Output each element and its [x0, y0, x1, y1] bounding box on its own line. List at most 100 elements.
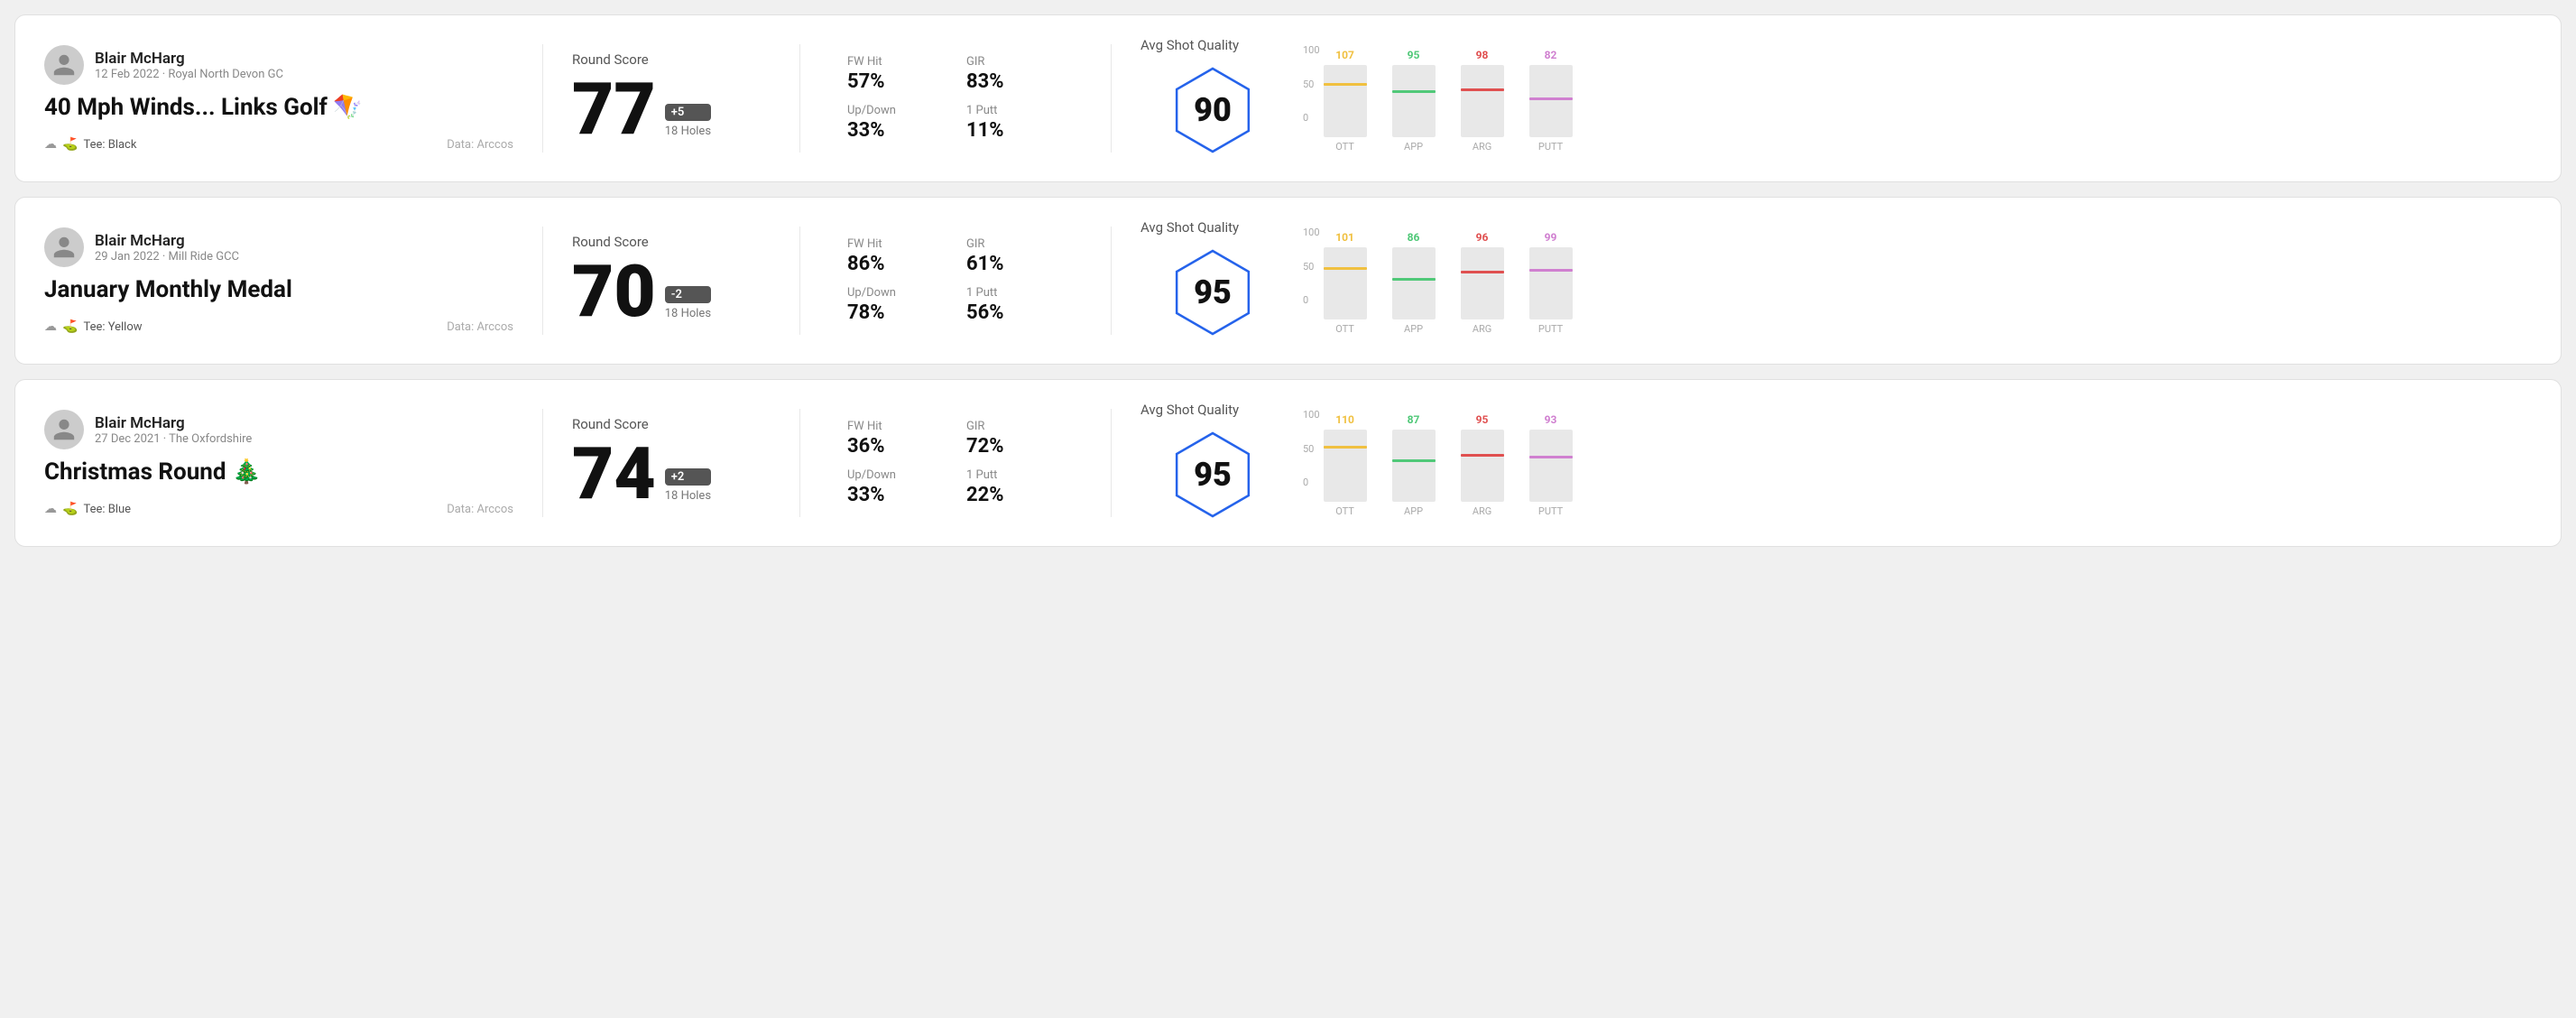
quality-score: 90 — [1194, 91, 1232, 129]
stat-gir-label: GIR — [966, 55, 1064, 69]
tee-info: ☁⛳Tee: Yellow — [44, 319, 143, 334]
stat-one-putt-label: 1 Putt — [966, 104, 1064, 117]
quality-label: Avg Shot Quality — [1140, 37, 1239, 53]
bar-label-arg: ARG — [1473, 505, 1491, 517]
bottom-row: ☁⛳Tee: BlackData: Arccos — [44, 137, 513, 152]
stat-one-putt-value: 22% — [966, 484, 1064, 506]
score-detail: -218 Holes — [665, 286, 711, 328]
hexagon-container: 90 — [1168, 60, 1258, 160]
bar-line-putt — [1529, 269, 1573, 272]
bar-bg-putt — [1529, 65, 1573, 137]
user-name: Blair McHarg — [95, 50, 283, 68]
bar-chart: 110OTT87APP95ARG93PUTT — [1324, 409, 1573, 517]
stat-gir: GIR61% — [966, 237, 1064, 275]
bar-group-arg: 98ARG — [1461, 65, 1504, 153]
bar-value-app: 87 — [1408, 413, 1420, 426]
quality-score: 95 — [1194, 456, 1232, 494]
bar-value-ott: 101 — [1335, 231, 1354, 244]
bar-group-putt: 99PUTT — [1529, 247, 1573, 335]
y-axis: 100 50 0 — [1303, 44, 1320, 124]
bar-value-app: 86 — [1408, 231, 1420, 244]
stat-fw-hit: FW Hit57% — [847, 55, 945, 93]
bar-value-ott: 107 — [1335, 49, 1354, 61]
avatar — [44, 410, 84, 449]
stat-gir-label: GIR — [966, 237, 1064, 251]
bar-label-app: APP — [1404, 505, 1423, 517]
user-row: Blair McHarg29 Jan 2022 · Mill Ride GCC — [44, 227, 513, 267]
bottom-row: ☁⛳Tee: BlueData: Arccos — [44, 502, 513, 516]
user-info: Blair McHarg12 Feb 2022 · Royal North De… — [95, 50, 283, 81]
stat-gir: GIR 72% — [966, 420, 1064, 458]
bar-bg-app — [1392, 65, 1436, 137]
bar-bg-arg — [1461, 430, 1504, 502]
user-info: Blair McHarg27 Dec 2021 · The Oxfordshir… — [95, 414, 252, 446]
tee-label: Tee: Blue — [83, 503, 131, 516]
score-row: 74+218 Holes — [572, 438, 771, 510]
stats-section: FW Hit36%GIR72%Up/Down33%1 Putt22% — [847, 420, 1064, 506]
avatar — [44, 227, 84, 267]
bar-bg-arg — [1461, 65, 1504, 137]
bar-line-ott — [1324, 83, 1367, 86]
chart-section: 100 50 0 110OTT87APP95ARG93PUTT — [1303, 409, 2532, 517]
hexagon-container: 95 — [1168, 243, 1258, 342]
y-label-100: 100 — [1303, 44, 1320, 56]
stat-one-putt-value: 56% — [966, 301, 1064, 324]
round-card-3: Blair McHarg27 Dec 2021 · The Oxfordshir… — [14, 379, 2562, 547]
bar-line-ott — [1324, 446, 1367, 449]
stat-gir-label: GIR — [966, 420, 1064, 433]
stats-grid: FW Hit57%GIR83%Up/Down33%1 Putt11% — [847, 55, 1064, 142]
bar-bg-putt — [1529, 247, 1573, 319]
quality-section: Avg Shot Quality 95 — [1140, 402, 1285, 524]
stat-one-putt: 1 Putt56% — [966, 286, 1064, 324]
round-score-label: Round Score — [572, 234, 771, 250]
stat-fw-hit-label: FW Hit — [847, 55, 945, 69]
stat-fw-hit-value: 86% — [847, 253, 945, 275]
left-section: Blair McHarg29 Jan 2022 · Mill Ride GCCJ… — [44, 227, 513, 334]
user-row: Blair McHarg27 Dec 2021 · The Oxfordshir… — [44, 410, 513, 449]
y-label-100: 100 — [1303, 409, 1320, 421]
stat-up-down-label: Up/Down — [847, 468, 945, 482]
bar-label-ott: OTT — [1335, 323, 1354, 335]
weather-icon: ☁ — [44, 137, 57, 152]
user-info: Blair McHarg29 Jan 2022 · Mill Ride GCC — [95, 232, 239, 264]
bar-value-app: 95 — [1408, 49, 1420, 61]
stat-fw-hit: FW Hit 36% — [847, 420, 945, 458]
bar-label-app: APP — [1404, 141, 1423, 153]
tee-icon: ⛳ — [62, 319, 78, 334]
quality-section: Avg Shot Quality 90 — [1140, 37, 1285, 160]
stat-one-putt-label: 1 Putt — [966, 468, 1064, 482]
y-label-0: 0 — [1303, 112, 1320, 124]
user-meta: 29 Jan 2022 · Mill Ride GCC — [95, 250, 239, 264]
y-label-50: 50 — [1303, 79, 1320, 90]
stat-fw-hit-value: 36% — [847, 435, 945, 458]
stat-up-down-label: Up/Down — [847, 104, 945, 117]
score-section: Round Score77+518 Holes — [572, 51, 771, 145]
left-section: Blair McHarg27 Dec 2021 · The Oxfordshir… — [44, 410, 513, 516]
user-name: Blair McHarg — [95, 232, 239, 250]
quality-section: Avg Shot Quality 95 — [1140, 219, 1285, 342]
bar-label-app: APP — [1404, 323, 1423, 335]
tee-label: Tee: Yellow — [83, 320, 142, 334]
holes-text: 18 Holes — [665, 125, 711, 138]
bar-chart: 101OTT86APP96ARG99PUTT — [1324, 227, 1573, 335]
bar-group-putt: 93PUTT — [1529, 430, 1573, 517]
divider-1 — [542, 227, 543, 335]
stat-up-down: Up/Down78% — [847, 286, 945, 324]
y-label-100: 100 — [1303, 227, 1320, 238]
tee-label: Tee: Black — [83, 138, 136, 152]
bar-bg-ott — [1324, 65, 1367, 137]
data-source: Data: Arccos — [447, 320, 513, 334]
bar-chart: 107OTT95APP98ARG82PUTT — [1324, 44, 1573, 153]
stats-grid: FW Hit36%GIR72%Up/Down33%1 Putt22% — [847, 420, 1064, 506]
stat-gir-value: 83% — [966, 70, 1064, 93]
stat-fw-hit-label: FW Hit — [847, 237, 945, 251]
user-meta: 12 Feb 2022 · Royal North Devon GC — [95, 68, 283, 81]
bar-label-ott: OTT — [1335, 505, 1354, 517]
score-number: 70 — [572, 255, 656, 328]
stat-gir-value: 72% — [966, 435, 1064, 458]
bar-line-arg — [1461, 88, 1504, 91]
score-badge: -2 — [665, 286, 711, 303]
stat-one-putt-label: 1 Putt — [966, 286, 1064, 300]
round-card-1: Blair McHarg12 Feb 2022 · Royal North De… — [14, 14, 2562, 182]
stat-fw-hit-label: FW Hit — [847, 420, 945, 433]
